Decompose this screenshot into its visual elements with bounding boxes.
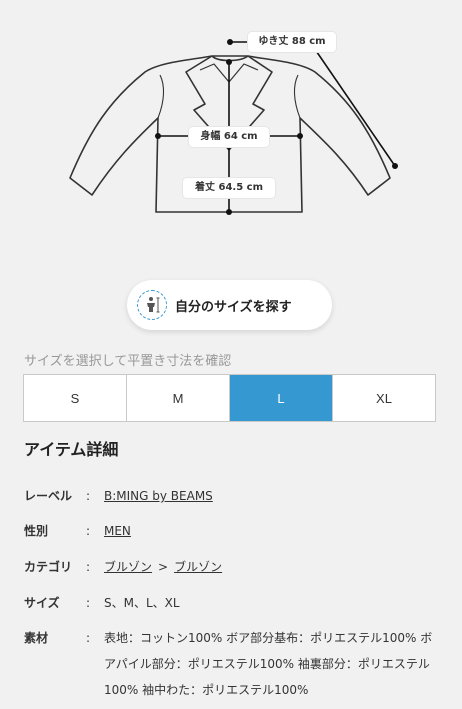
- breadcrumb-arrow: >: [158, 560, 169, 574]
- body-width-label: 身幅 64 cm: [189, 127, 269, 147]
- size-tab-m[interactable]: M: [127, 375, 230, 421]
- detail-separator: :: [86, 524, 91, 538]
- detail-row-category: カテゴリ : ブルゾン > ブルゾン: [24, 559, 444, 575]
- detail-row-gender: 性別 : MEN: [24, 523, 444, 539]
- find-my-size-label: 自分のサイズを探す: [175, 299, 292, 315]
- detail-key: カテゴリ: [24, 560, 73, 574]
- size-tab-l[interactable]: L: [230, 375, 333, 421]
- category-child-link[interactable]: ブルゾン: [174, 560, 222, 574]
- material-text: 表地：コットン100% ボア部分基布：ポリエステル100% ボアパイル部分：ポリ…: [104, 631, 433, 697]
- find-my-size-button[interactable]: 自分のサイズを探す: [127, 280, 332, 330]
- detail-row-material: 素材 : 表地：コットン100% ボア部分基布：ポリエステル100% ボアパイル…: [24, 629, 444, 703]
- detail-separator: :: [86, 489, 91, 503]
- detail-row-size: サイズ : S、M、L、XL: [24, 595, 444, 611]
- detail-key: レーベル: [24, 489, 73, 503]
- size-tab-xl[interactable]: XL: [333, 375, 435, 421]
- detail-separator: :: [86, 560, 91, 574]
- size-tab-s[interactable]: S: [24, 375, 127, 421]
- detail-row-label: レーベル : B:MING by BEAMS: [24, 488, 444, 504]
- detail-key: 性別: [24, 524, 49, 538]
- detail-key: サイズ: [24, 596, 60, 610]
- detail-key: 素材: [24, 631, 49, 645]
- label-link[interactable]: B:MING by BEAMS: [104, 489, 213, 503]
- detail-separator: :: [86, 596, 91, 610]
- gender-link[interactable]: MEN: [104, 524, 131, 538]
- person-measure-icon: [137, 290, 167, 320]
- size-selector: S M L XL: [23, 374, 436, 422]
- detail-separator: :: [86, 631, 91, 645]
- size-select-hint: サイズを選択して平置き寸法を確認: [24, 354, 232, 369]
- size-list: S、M、L、XL: [104, 596, 180, 610]
- item-details-heading: アイテム詳細: [24, 440, 119, 459]
- category-parent-link[interactable]: ブルゾン: [104, 560, 152, 574]
- sleeve-length-label: ゆき丈 88 cm: [248, 32, 336, 52]
- body-length-label: 着丈 64.5 cm: [183, 178, 275, 198]
